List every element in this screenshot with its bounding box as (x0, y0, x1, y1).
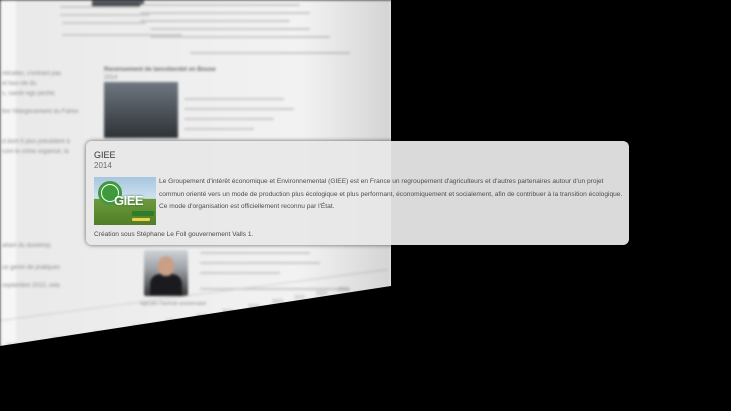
text-line (140, 12, 310, 14)
popup-year: 2014 (94, 161, 112, 170)
portrait-photo (144, 250, 188, 296)
timeline-tick: 2017 (196, 314, 208, 320)
text-fragment: ce genre de pratiques (2, 265, 61, 271)
timeline-tick: 2015 (132, 325, 144, 331)
text-fragment: septembre 2013, cela (2, 283, 60, 289)
text-line (184, 98, 284, 100)
portrait-suit (150, 274, 182, 296)
screen: Recensement de lanceberdet en Bouse 2014… (0, 0, 731, 411)
text-line (184, 128, 254, 130)
timeline-tick: 2016 (166, 319, 178, 325)
text-fragment: s, savoir ego pechè, (2, 91, 56, 97)
text-fragment: ltre l'élargissement du Fairex (2, 109, 79, 115)
text-fragment: cont le crime organisé, la (2, 149, 69, 155)
popup-title: GIEE (94, 150, 116, 160)
text-fragment: d dont 5 plus précédent à (2, 139, 70, 145)
text-fragment: aitant du dureemp. (2, 243, 53, 249)
text-fragment: retraites, s'entrant pas (2, 71, 62, 77)
logo-banner-accent (132, 218, 150, 221)
text-line (184, 108, 294, 110)
logo-banner (132, 211, 154, 216)
event-photo (104, 82, 178, 138)
popup-footer: Création sous Stéphane Le Foll gouvernem… (94, 231, 254, 238)
popup-description: Le Groupement d'intérêt économique et En… (159, 178, 623, 210)
page-left-edge (0, 0, 16, 346)
text-line (200, 252, 310, 254)
text-line (184, 118, 274, 120)
text-line (62, 22, 146, 24)
timeline-tick: 2012 (6, 343, 18, 349)
timeline-tick: 2019 (248, 304, 260, 310)
logo-text: GIEE (114, 193, 144, 208)
thumbnail-image (92, 0, 144, 6)
event-detail-popup[interactable]: GIEE 2014 GIEE Le Groupement d'intérêt é… (86, 141, 629, 245)
text-line (60, 6, 140, 8)
portrait-face (158, 256, 174, 276)
text-line (60, 14, 150, 16)
giee-logo-image: GIEE (94, 177, 156, 225)
text-line (200, 272, 280, 274)
timeline-tick: 2013 (52, 337, 64, 343)
timeline-tick: 2014 (94, 331, 106, 337)
text-fragment: et bas-vie du (2, 81, 37, 87)
entry-heading: Recensement de lanceberdet en Bouse (104, 67, 216, 73)
text-line (140, 20, 290, 22)
entry-year: 2014 (104, 75, 118, 81)
timeline-tick: 2020 (272, 299, 284, 305)
text-line (150, 28, 310, 30)
text-line (140, 4, 300, 6)
timeline-tick: 2018 (222, 309, 234, 315)
